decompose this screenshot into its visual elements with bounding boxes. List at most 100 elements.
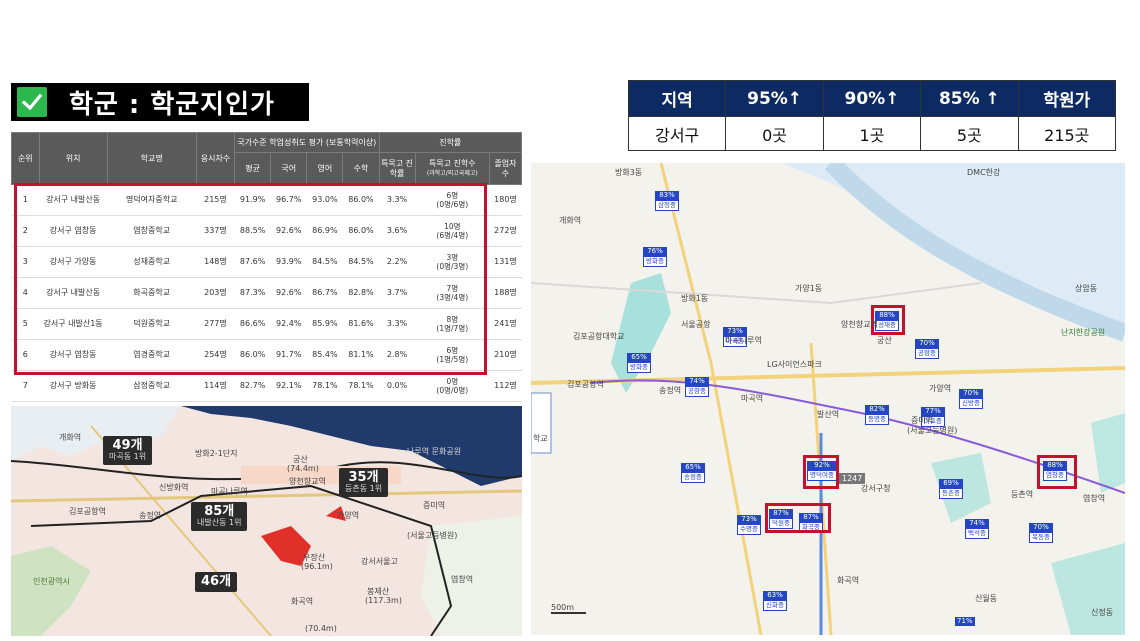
pin-name: 방화중 [627,362,651,373]
map-label-gimpo-school: 김포공항대학교 [573,332,625,341]
school-pin-sinhwa[interactable]: 63% 신화중 [763,591,787,611]
school-pin-deungmyeong[interactable]: 82% 등명중 [865,405,889,425]
cell-special-count: 7명 (3명/4명) [415,277,490,309]
map-label-songjeong: 송정역 [139,511,162,520]
pin-name: 성재중 [875,320,899,331]
pin-name: 공항중 [685,386,709,397]
pin-pct: 92% [807,461,837,470]
cell-korean: 91.7% [270,339,307,371]
school-pin-baekseok[interactable]: 74% 백석중 [965,519,989,539]
cell-korean: 93.9% [270,246,307,278]
cell-rank: 5 [11,308,40,340]
academy-rank-magok: 마곡동 1위 [109,452,147,462]
pin-pct: 88% [875,311,899,320]
pin-name: 등촌중 [939,488,963,499]
cell-math: 82.8% [342,277,379,309]
pin-name: 백석중 [965,528,989,539]
summary-header-95: 95%↑ [725,80,824,117]
school-pin-songjeong[interactable]: 65% 송정중 [681,463,705,483]
map-label-magok-r: 마곡역 [741,394,764,403]
school-pin-deokwon[interactable]: 87% 덕원중 [769,509,793,529]
summary-header-row: 지역 95%↑ 90%↑ 85% ↑ 학원가 [627,80,1117,117]
summary-85-count: 5곳 [920,116,1019,151]
school-pin-sinbang[interactable]: 70% 신방중 [959,389,983,409]
header-math: 수학 [342,152,380,185]
map-label-gayang1: 가양1동 [795,284,823,293]
cell-special-count-detail: (0명/3명) [436,262,469,271]
header-location: 위치 [38,132,108,185]
school-pin-unnamed[interactable]: 71% [955,617,975,626]
header-special-rate: 특목고 진학률 [378,152,416,185]
map-label-sangam: 상암동 [1075,284,1098,293]
ranking-header-row-1: 순위 위치 학교명 응시자수 국가수준 학업성취도 평가 (보통학력이상) 진학… [11,132,522,185]
pin-pct: 63% [763,591,787,600]
cell-school: 성재중학교 [107,246,197,278]
pin-name: 화곡중 [799,522,823,533]
cell-exam: 254명 [196,339,235,371]
map-label-gayang: 가양역 [337,511,360,520]
header-special-count: 특목고 진학수 (과학고/외고국제고) [414,152,490,185]
school-pin-myeongdeok[interactable]: 92% 명덕여중 [807,461,837,481]
cell-math: 84.5% [342,246,379,278]
cell-korean: 92.6% [270,215,307,247]
pin-name: 신화중 [763,600,787,611]
header-special-count-sub: (과학고/외고국제고) [426,170,478,178]
school-pin-sumyeong[interactable]: 73% 수명중 [737,515,761,535]
cell-exam: 114명 [196,370,235,402]
map-label-nanji: 난지한강공원 [1061,328,1106,337]
pin-name: 신방중 [959,398,983,409]
cell-school: 덕원중학교 [107,308,197,340]
cell-school: 삼정중학교 [107,370,197,402]
pin-name: 목동중 [1029,532,1053,543]
pin-pct: 70% [1029,523,1053,532]
academy-count-deungchon: 35개 [348,470,379,485]
map-label-gungsan-r: 궁산 [877,336,892,345]
map-label-banghwa1: 방화1동 [681,294,709,303]
pin-name: 수명중 [737,524,761,535]
cell-math: 86.0% [342,215,379,247]
header-school: 학교명 [106,132,197,185]
school-pin-banghwa[interactable]: 76% 방화중 [643,247,667,267]
map-label-bangwha: 방화2-1단지 [195,449,238,458]
cell-english: 85.9% [306,308,343,340]
school-pin-mokdong[interactable]: 70% 목동중 [1029,523,1053,543]
summary-header-region: 지역 [627,80,727,117]
pin-pct: 87% [799,513,823,522]
map-label-balsan-r: 발산역 [817,410,840,419]
map-label-jeungmi-sub-r: (서울고등병원) [907,426,958,435]
school-map[interactable]: 83% 삼정중 76% 방화중 88% 성재중 73% 마곡중 65% 방화중 70% 공항… [531,163,1125,635]
summary-table: 지역 95%↑ 90%↑ 85% ↑ 학원가 강서구 0곳 1곳 5곳 215곳 [627,80,1117,151]
school-pin-seongjae[interactable]: 88% 성재중 [875,311,899,331]
academy-badge-deungchon: 35개 등촌동 1위 [339,468,389,498]
school-pin-deungchon[interactable]: 69% 등촌중 [939,479,963,499]
school-pin-yeomchang[interactable]: 88% 염창중 [1043,461,1067,481]
school-pin-samjeong[interactable]: 83% 삼정중 [655,191,679,211]
school-pin-gonghang[interactable]: 70% 공항중 [915,339,939,359]
pin-pct: 71% [955,617,975,626]
cell-special-count-total: 10명 [444,222,461,231]
cell-special-rate: 3.7% [379,277,416,309]
cell-exam: 337명 [196,215,235,247]
table-row: 4 강서구 내발산동 화곡중학교 203명 87.3% 92.6% 86.7% … [11,277,522,309]
school-pin-banghwa-2[interactable]: 65% 방화중 [627,353,651,373]
map-label-sinbanghwa-r: 서울공항 [681,320,711,329]
academy-badge-magok: 49개 마곡동 1위 [103,436,153,466]
school-pin-hwagok[interactable]: 87% 화곡중 [799,513,823,533]
academy-map[interactable]: 49개 마곡동 1위 35개 등촌동 1위 85개 내발산동 1위 46개 개화… [11,406,522,636]
cell-rank: 3 [11,246,40,278]
academy-badge-naebalsan: 85개 내발산동 1위 [191,502,248,532]
pin-pct: 83% [655,191,679,200]
school-pin-gonghang-2[interactable]: 74% 공항중 [685,377,709,397]
cell-korean: 92.4% [270,308,307,340]
cell-english: 84.5% [306,246,343,278]
map-label-seoul-hs: 강서서울고 [361,557,398,566]
pin-name: 덕원중 [769,518,793,529]
cell-exam: 148명 [196,246,235,278]
cell-exam: 203명 [196,277,235,309]
cell-location: 강서구 내발산1동 [39,308,108,340]
cell-special-count-total: 3명 [446,253,459,262]
cell-special-count-total: 8명 [446,315,459,324]
map-label-hangang: 나루역 문화공원 [407,447,462,456]
cell-special-rate: 2.8% [379,339,416,371]
cell-special-count-detail: (0명/6명) [436,200,469,209]
